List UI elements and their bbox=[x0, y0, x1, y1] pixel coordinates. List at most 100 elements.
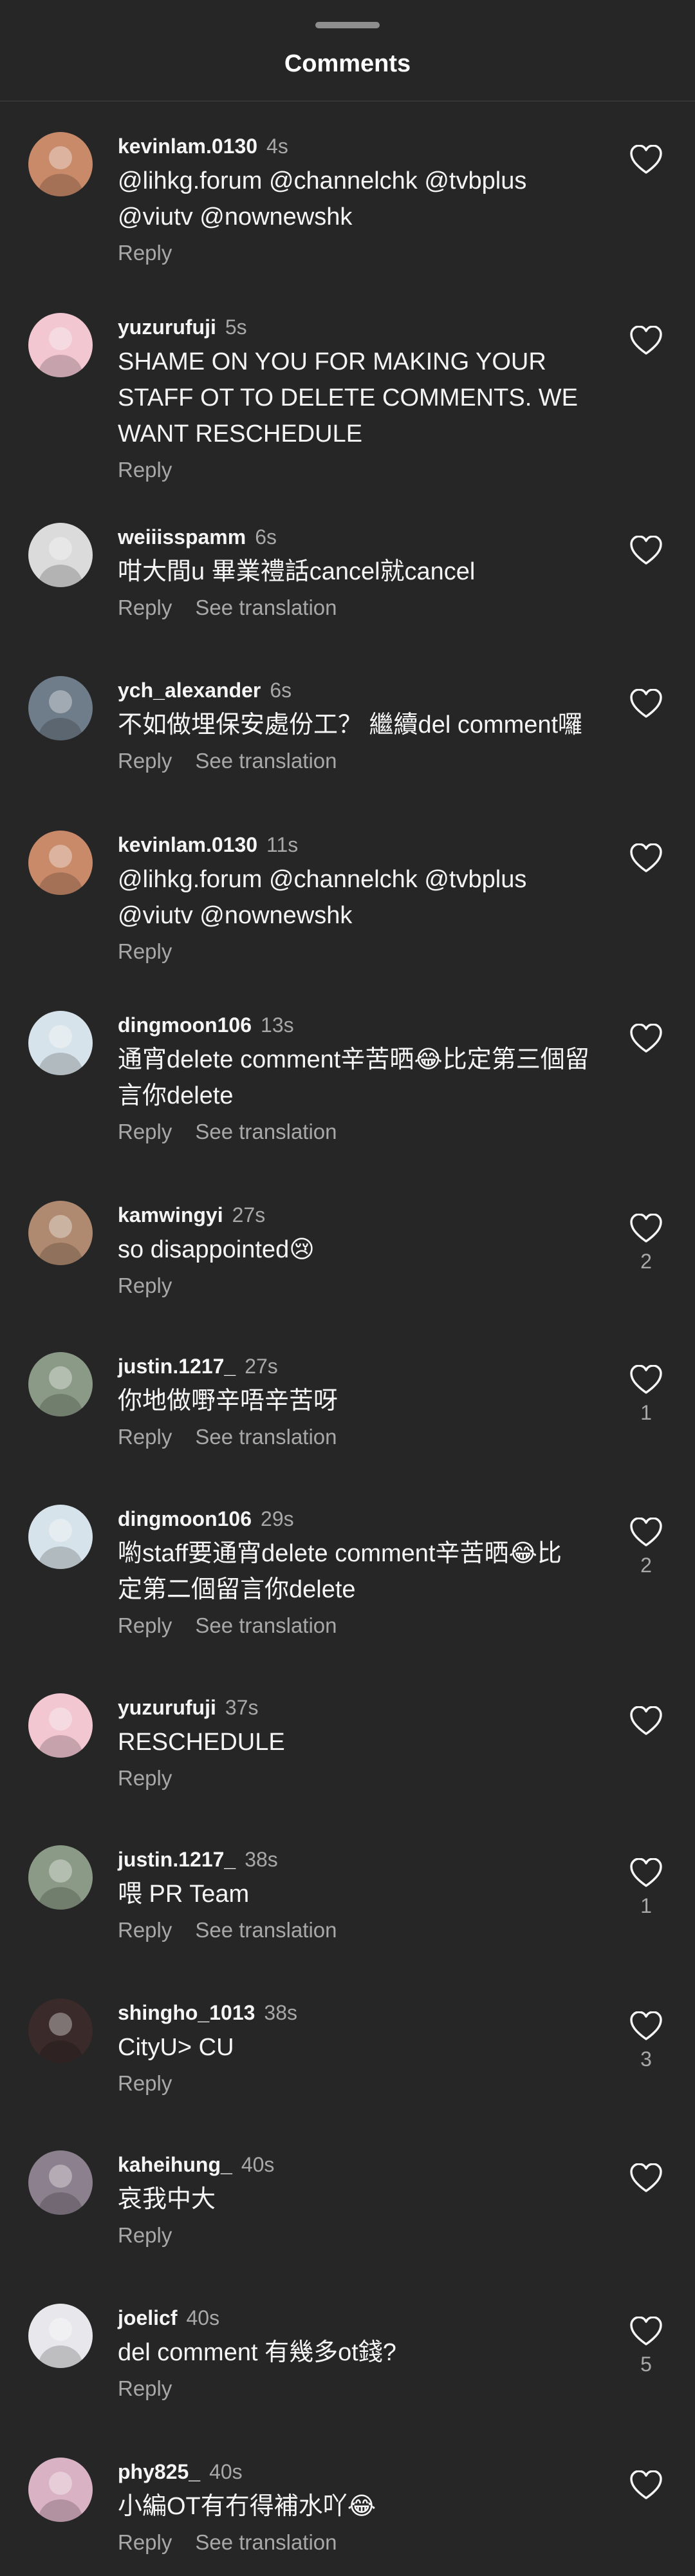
like-button[interactable] bbox=[627, 326, 665, 355]
like-button[interactable]: 1 bbox=[627, 1365, 665, 1424]
like-button[interactable]: 1 bbox=[627, 1858, 665, 1917]
comment-text: 不如做埋保安處份工？ 繼續del comment囉 bbox=[118, 711, 583, 738]
reply-button[interactable]: Reply bbox=[118, 749, 172, 773]
drag-handle[interactable] bbox=[315, 22, 380, 28]
see-translation-button[interactable]: See translation bbox=[195, 596, 337, 619]
heart-icon bbox=[630, 1518, 662, 1547]
comment-meta: ych_alexander 6s bbox=[118, 676, 594, 704]
like-button[interactable]: 2 bbox=[627, 1518, 665, 1577]
avatar[interactable] bbox=[28, 132, 93, 196]
reply-button[interactable]: Reply bbox=[118, 1918, 172, 1942]
comment-meta: weiiisspamm 6s bbox=[118, 523, 594, 551]
avatar[interactable] bbox=[28, 1011, 93, 1075]
avatar[interactable] bbox=[28, 831, 93, 895]
reply-button[interactable]: Reply bbox=[118, 241, 172, 265]
username[interactable]: kaheihung_ bbox=[118, 2153, 232, 2176]
comment-actions: Reply bbox=[118, 455, 594, 485]
comment-body: dingmoon106 13s 通宵delete comment辛苦晒😂比定第三個留… bbox=[118, 1011, 594, 1147]
like-button[interactable] bbox=[627, 1706, 665, 1736]
reply-button[interactable]: Reply bbox=[118, 458, 172, 482]
like-button[interactable]: 5 bbox=[627, 2317, 665, 2376]
reply-button[interactable]: Reply bbox=[118, 596, 172, 619]
avatar[interactable] bbox=[28, 313, 93, 377]
comment-actions: Reply See translation bbox=[118, 1422, 594, 1453]
see-translation-button[interactable]: See translation bbox=[195, 1425, 337, 1449]
comment-actions: Reply bbox=[118, 1270, 594, 1301]
comment-body: phy825_ 40s 小編OT有冇得補水吖😂 Reply See translatio… bbox=[118, 2458, 594, 2558]
username[interactable]: justin.1217_ bbox=[118, 1355, 236, 1378]
comment-text: @lihkg.forum @channelchk @tvbplus @viutv … bbox=[118, 167, 527, 230]
username[interactable]: shingho_1013 bbox=[118, 2001, 255, 2024]
reply-button[interactable]: Reply bbox=[118, 1613, 172, 1637]
like-button[interactable] bbox=[627, 145, 665, 174]
username[interactable]: yuzurufuji bbox=[118, 315, 216, 339]
username[interactable]: kevinlam.0130 bbox=[118, 135, 257, 158]
like-button[interactable] bbox=[627, 1024, 665, 1053]
username[interactable]: dingmoon106 bbox=[118, 1507, 252, 1530]
like-button[interactable]: 2 bbox=[627, 1214, 665, 1273]
like-button[interactable] bbox=[627, 689, 665, 719]
timestamp: 27s bbox=[245, 1355, 278, 1378]
like-button[interactable]: 3 bbox=[627, 2011, 665, 2071]
like-button[interactable] bbox=[627, 843, 665, 873]
comment-meta: kevinlam.0130 11s bbox=[118, 831, 594, 859]
comment-body: ych_alexander 6s 不如做埋保安處份工？ 繼續del comment囉… bbox=[118, 676, 594, 776]
avatar[interactable] bbox=[28, 2150, 93, 2215]
comment-text: 小編OT有冇得補水吖😂 bbox=[118, 2493, 376, 2520]
comment-actions: Reply bbox=[118, 1763, 594, 1794]
comment-meta: kevinlam.0130 4s bbox=[118, 132, 594, 160]
timestamp: 40s bbox=[186, 2306, 220, 2329]
see-translation-button[interactable]: See translation bbox=[195, 1613, 337, 1637]
username[interactable]: dingmoon106 bbox=[118, 1013, 252, 1037]
see-translation-button[interactable]: See translation bbox=[195, 1120, 337, 1143]
like-button[interactable] bbox=[627, 536, 665, 565]
avatar[interactable] bbox=[28, 676, 93, 740]
username[interactable]: yuzurufuji bbox=[118, 1696, 216, 1719]
reply-button[interactable]: Reply bbox=[118, 1766, 172, 1790]
reply-button[interactable]: Reply bbox=[118, 2223, 172, 2247]
avatar[interactable] bbox=[28, 1201, 93, 1265]
timestamp: 29s bbox=[261, 1507, 294, 1530]
reply-button[interactable]: Reply bbox=[118, 1274, 172, 1297]
comment-meta: yuzurufuji 37s bbox=[118, 1693, 594, 1722]
comment-text: SHAME ON YOU FOR MAKING YOUR STAFF OT TO … bbox=[118, 348, 579, 447]
reply-button[interactable]: Reply bbox=[118, 1120, 172, 1143]
avatar[interactable] bbox=[28, 523, 93, 587]
see-translation-button[interactable]: See translation bbox=[195, 2530, 337, 2554]
username[interactable]: kevinlam.0130 bbox=[118, 833, 257, 856]
like-button[interactable] bbox=[627, 2470, 665, 2500]
timestamp: 11s bbox=[266, 833, 299, 856]
username[interactable]: kamwingyi bbox=[118, 1203, 223, 1227]
see-translation-button[interactable]: See translation bbox=[195, 749, 337, 773]
avatar[interactable] bbox=[28, 1352, 93, 1416]
timestamp: 4s bbox=[266, 135, 288, 158]
timestamp: 13s bbox=[261, 1013, 294, 1037]
comment-meta: justin.1217_ 38s bbox=[118, 1845, 594, 1874]
reply-button[interactable]: Reply bbox=[118, 2530, 172, 2554]
username[interactable]: justin.1217_ bbox=[118, 1848, 236, 1871]
username[interactable]: weiiisspamm bbox=[118, 525, 246, 549]
avatar[interactable] bbox=[28, 1998, 93, 2063]
avatar[interactable] bbox=[28, 1845, 93, 1910]
comment-body: kevinlam.0130 4s @lihkg.forum @channelchk … bbox=[118, 132, 594, 268]
avatar[interactable] bbox=[28, 2304, 93, 2368]
heart-icon bbox=[630, 536, 662, 565]
see-translation-button[interactable]: See translation bbox=[195, 1918, 337, 1942]
heart-icon bbox=[630, 2011, 662, 2040]
username[interactable]: joelicf bbox=[118, 2306, 177, 2329]
avatar[interactable] bbox=[28, 1505, 93, 1569]
comment-text: CityU> CU bbox=[118, 2034, 234, 2061]
heart-icon bbox=[630, 1214, 662, 1243]
heart-icon bbox=[630, 1365, 662, 1394]
reply-button[interactable]: Reply bbox=[118, 2071, 172, 2095]
comment-actions: Reply See translation bbox=[118, 1116, 594, 1147]
avatar[interactable] bbox=[28, 2458, 93, 2522]
reply-button[interactable]: Reply bbox=[118, 939, 172, 963]
username[interactable]: ych_alexander bbox=[118, 679, 261, 702]
avatar[interactable] bbox=[28, 1693, 93, 1758]
reply-button[interactable]: Reply bbox=[118, 1425, 172, 1449]
reply-button[interactable]: Reply bbox=[118, 2376, 172, 2400]
comment-actions: Reply bbox=[118, 238, 594, 268]
username[interactable]: phy825_ bbox=[118, 2460, 200, 2483]
like-button[interactable] bbox=[627, 2163, 665, 2193]
